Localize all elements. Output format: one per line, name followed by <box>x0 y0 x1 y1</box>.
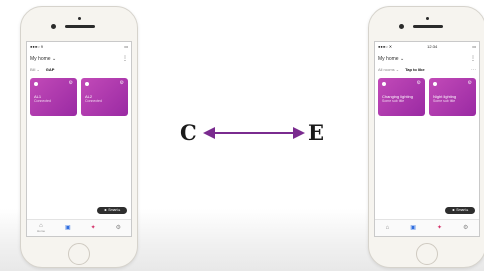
battery-icon: ▭ <box>472 44 476 49</box>
label-c: C <box>180 120 197 145</box>
tab-home[interactable]: ⌂ <box>386 225 390 232</box>
settings-icon: ⚙ <box>463 224 469 231</box>
bulb-icon <box>85 82 89 86</box>
bulb-icon <box>34 82 38 86</box>
more-menu-icon[interactable]: ⋮ <box>470 56 476 62</box>
devices-icon: ▣ <box>64 224 71 231</box>
front-camera-icon <box>51 24 56 29</box>
front-camera-icon <box>399 24 404 29</box>
battery-icon: ▭ <box>124 44 128 49</box>
tab-scenes[interactable]: ✦ <box>91 225 96 232</box>
earpiece-speaker <box>413 25 443 28</box>
settings-icon: ⚙ <box>115 224 121 231</box>
tab-scenes[interactable]: ✦ <box>437 225 442 232</box>
carrier-signal: ●●●○ ✕ <box>378 44 393 49</box>
tab-settings[interactable]: ⚙ <box>463 225 468 232</box>
app-header: My home ⌄ ⋮ <box>378 54 476 63</box>
status-bar: ●●●○ ✕ 12:34 ▭ <box>375 44 479 50</box>
status-time: 12:34 <box>427 44 438 49</box>
room-filter-value[interactable]: GAP <box>46 67 55 72</box>
phone-screen: ●●●○ 9 ▭ My home ⌄ ⋮ Bill ⌄ GAP ⚙ AL1 Co… <box>26 41 132 237</box>
card-settings-icon[interactable]: ⚙ <box>417 81 421 86</box>
scene-card[interactable]: ⚙ Night lighting Some sub title <box>429 78 476 116</box>
scene-card[interactable]: ⚙ Changing lighting Some sub title <box>378 78 425 116</box>
phone-right: ●●●○ ✕ 12:34 ▭ My home ⌄ ⋮ All rooms ⌄ T… <box>368 6 484 268</box>
room-selector[interactable]: Bill ⌄ <box>30 67 40 72</box>
more-menu-icon[interactable]: ⋮ <box>122 56 128 62</box>
card-subtitle: Some sub title <box>382 99 405 103</box>
double-arrow-icon <box>203 127 305 139</box>
device-cards: ⚙ AL1 Connected ⚙ AL2 Connected <box>30 78 128 116</box>
carrier-signal: ●●●○ 9 <box>30 44 43 49</box>
smart-button[interactable]: ☻ Smart ▸ <box>445 207 475 214</box>
scene-cards: ⚙ Changing lighting Some sub title ⚙ Nig… <box>378 78 476 116</box>
card-settings-icon[interactable]: ⚙ <box>120 81 124 86</box>
filter-more-icon[interactable]: ··· <box>471 67 476 73</box>
tab-label: Home <box>36 229 45 233</box>
phone-screen: ●●●○ ✕ 12:34 ▭ My home ⌄ ⋮ All rooms ⌄ T… <box>374 41 480 237</box>
scenes-icon: ✦ <box>90 224 96 231</box>
home-hardware-button[interactable] <box>416 243 438 265</box>
label-e: E <box>308 120 325 145</box>
sensor-dot <box>426 17 429 20</box>
sensor-dot <box>78 17 81 20</box>
smart-button[interactable]: ☻ Smart ▸ <box>97 207 127 214</box>
bulb-icon <box>382 82 386 86</box>
room-filter-bar: All rooms ⌄ Tap to like ··· <box>378 66 476 73</box>
card-subtitle: Some sub title <box>433 99 456 103</box>
card-subtitle: Connected <box>85 99 102 103</box>
tab-devices[interactable]: ▣ <box>65 225 71 232</box>
devices-icon: ▣ <box>410 224 416 231</box>
home-selector[interactable]: My home ⌄ <box>30 56 56 62</box>
tab-settings[interactable]: ⚙ <box>116 225 121 232</box>
device-card[interactable]: ⚙ AL1 Connected <box>30 78 77 116</box>
tab-bar: ⌂ Home ▣ ✦ ⚙ <box>27 219 131 236</box>
card-settings-icon[interactable]: ⚙ <box>69 81 73 86</box>
room-filter-value[interactable]: Tap to like <box>405 67 424 72</box>
tab-bar: ⌂ ▣ ✦ ⚙ <box>375 219 479 236</box>
card-settings-icon[interactable]: ⚙ <box>468 81 472 86</box>
phone-left: ●●●○ 9 ▭ My home ⌄ ⋮ Bill ⌄ GAP ⚙ AL1 Co… <box>20 6 138 268</box>
card-subtitle: Connected <box>34 99 51 103</box>
home-icon: ⌂ <box>385 224 390 231</box>
home-hardware-button[interactable] <box>68 243 90 265</box>
bulb-icon <box>433 82 437 86</box>
home-selector[interactable]: My home ⌄ <box>378 56 404 62</box>
room-selector[interactable]: All rooms ⌄ <box>378 67 399 72</box>
app-header: My home ⌄ ⋮ <box>30 54 128 63</box>
room-filter-bar: Bill ⌄ GAP <box>30 66 128 73</box>
scenes-icon: ✦ <box>436 224 442 231</box>
earpiece-speaker <box>65 25 95 28</box>
tab-home[interactable]: ⌂ Home <box>37 223 45 233</box>
status-bar: ●●●○ 9 ▭ <box>27 44 131 50</box>
tab-devices[interactable]: ▣ <box>410 225 416 232</box>
device-card[interactable]: ⚙ AL2 Connected <box>81 78 128 116</box>
